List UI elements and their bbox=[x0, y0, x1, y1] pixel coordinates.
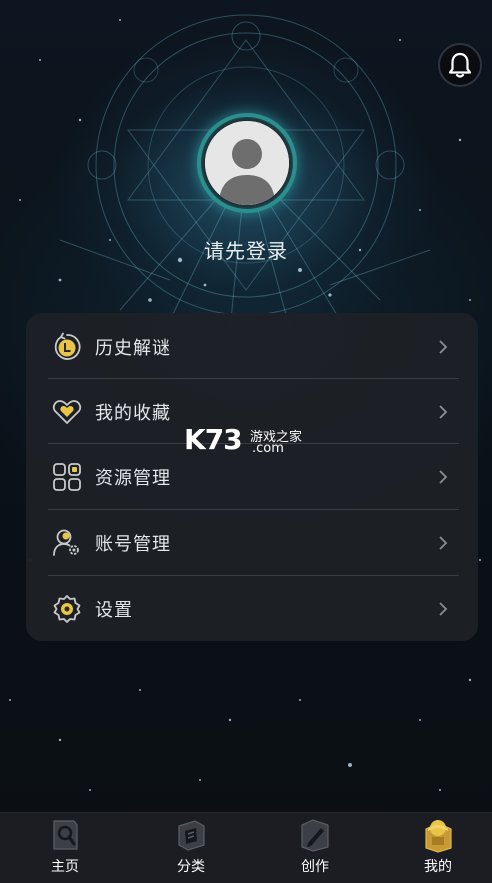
menu-item-label: 设置 bbox=[95, 599, 133, 621]
menu-item-settings[interactable]: 设置 bbox=[26, 576, 478, 641]
tab-category[interactable]: 分类 bbox=[146, 813, 236, 883]
chevron-right-icon bbox=[439, 535, 448, 550]
menu-card: 历史解谜 我的收藏 资源管理 账号管理 设置 bbox=[26, 313, 478, 641]
bottom-tab-bar: 主页 分类 创作 我的 bbox=[0, 812, 492, 883]
profile-screen: 请先登录 历史解谜 我的收藏 资源管理 账号管理 设置 K73 游戏之家 .co… bbox=[0, 0, 492, 883]
tab-label: 分类 bbox=[177, 859, 205, 875]
user-gear-icon bbox=[52, 528, 82, 558]
menu-item-resource-management[interactable]: 资源管理 bbox=[26, 444, 478, 509]
menu-item-account-management[interactable]: 账号管理 bbox=[26, 510, 478, 575]
menu-item-label: 资源管理 bbox=[95, 467, 171, 489]
tab-mine[interactable]: 我的 bbox=[393, 813, 483, 883]
heart-icon bbox=[52, 397, 82, 427]
tab-home[interactable]: 主页 bbox=[20, 813, 110, 883]
grid-icon bbox=[52, 462, 82, 492]
login-prompt[interactable]: 请先登录 bbox=[0, 235, 492, 264]
chevron-right-icon bbox=[439, 339, 448, 354]
mine-icon bbox=[425, 820, 452, 853]
chevron-right-icon bbox=[439, 404, 448, 419]
chevron-right-icon bbox=[439, 601, 448, 616]
tab-create[interactable]: 创作 bbox=[270, 813, 360, 883]
tab-label: 我的 bbox=[424, 859, 452, 875]
bell-icon bbox=[448, 52, 472, 78]
avatar[interactable] bbox=[197, 113, 297, 213]
settings-gear-icon bbox=[52, 594, 82, 624]
menu-item-label: 历史解谜 bbox=[95, 337, 171, 359]
home-icon bbox=[53, 820, 78, 850]
tab-label: 主页 bbox=[51, 859, 79, 875]
menu-item-favorites[interactable]: 我的收藏 bbox=[26, 379, 478, 444]
default-avatar-icon bbox=[205, 121, 289, 205]
menu-item-history-puzzles[interactable]: 历史解谜 bbox=[26, 314, 478, 379]
category-icon bbox=[178, 820, 205, 851]
tab-label: 创作 bbox=[301, 859, 329, 875]
notification-button[interactable] bbox=[438, 43, 482, 87]
chevron-right-icon bbox=[439, 469, 448, 484]
menu-item-label: 我的收藏 bbox=[95, 402, 171, 424]
clock-icon bbox=[52, 332, 82, 362]
create-icon bbox=[301, 819, 329, 852]
menu-item-label: 账号管理 bbox=[95, 533, 171, 555]
